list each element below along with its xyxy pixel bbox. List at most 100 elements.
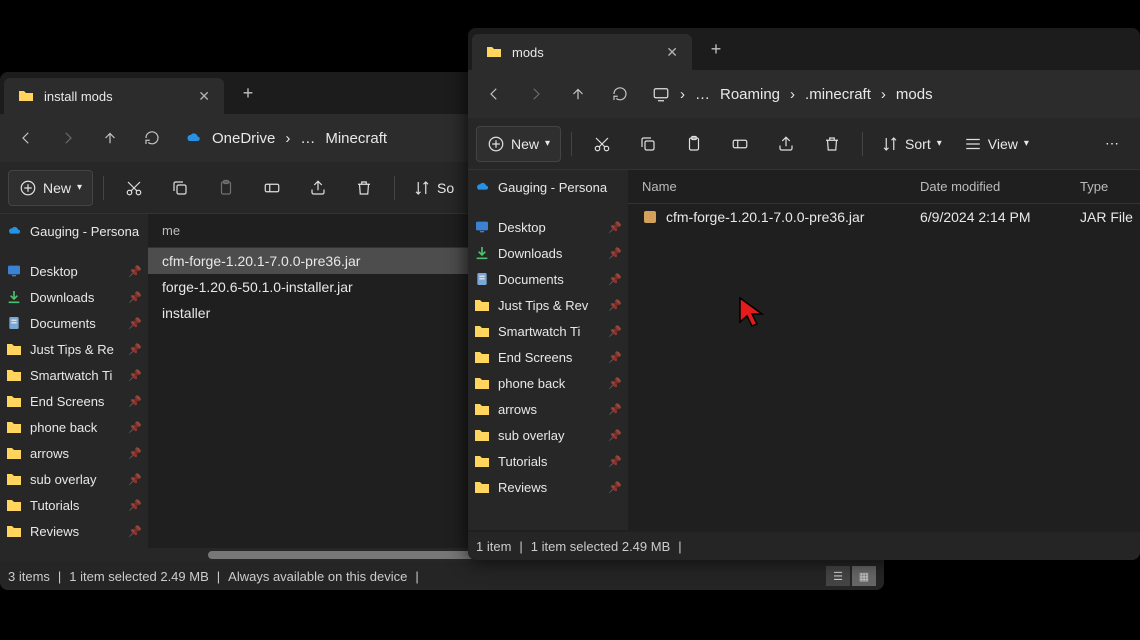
forward-button[interactable] xyxy=(516,74,556,114)
pin-icon: 📌 xyxy=(608,221,622,234)
breadcrumb[interactable]: OneDrive › … Minecraft xyxy=(184,129,387,147)
pc-icon xyxy=(652,85,670,103)
sidebar-item[interactable]: Smartwatch Ti📌 xyxy=(468,318,628,344)
rename-button[interactable] xyxy=(720,126,760,162)
pin-icon: 📌 xyxy=(128,473,142,486)
close-icon[interactable]: ✕ xyxy=(666,44,678,61)
cut-button[interactable] xyxy=(114,170,154,206)
view-button[interactable]: View ▾ xyxy=(956,126,1037,162)
sidebar-item[interactable]: Downloads📌 xyxy=(0,284,148,310)
back-button[interactable] xyxy=(6,118,46,158)
delete-button[interactable] xyxy=(344,170,384,206)
new-button[interactable]: New ▾ xyxy=(476,126,561,162)
pin-icon: 📌 xyxy=(128,421,142,434)
pin-icon: 📌 xyxy=(608,455,622,468)
sidebar-item[interactable]: Desktop📌 xyxy=(468,214,628,240)
column-headers[interactable]: Name Date modified Type xyxy=(628,170,1140,204)
sidebar-item[interactable]: sub overlay📌 xyxy=(0,466,148,492)
paste-button[interactable] xyxy=(674,126,714,162)
up-button[interactable] xyxy=(558,74,598,114)
status-selected: 1 item selected 2.49 MB xyxy=(531,539,670,554)
sidebar-item[interactable]: Just Tips & Re📌 xyxy=(0,336,148,362)
paste-button[interactable] xyxy=(206,170,246,206)
refresh-button[interactable] xyxy=(600,74,640,114)
sidebar-item[interactable]: arrows📌 xyxy=(0,440,148,466)
ellipsis[interactable]: … xyxy=(695,86,710,103)
crumb-mods[interactable]: mods xyxy=(896,86,933,103)
column-name[interactable]: Name xyxy=(628,179,920,194)
delete-button[interactable] xyxy=(812,126,852,162)
crumb-onedrive[interactable]: OneDrive xyxy=(212,130,275,147)
sidebar-item[interactable]: Downloads📌 xyxy=(468,240,628,266)
sidebar-item[interactable]: phone back📌 xyxy=(0,414,148,440)
new-button[interactable]: New ▾ xyxy=(8,170,93,206)
column-date[interactable]: Date modified xyxy=(920,179,1080,194)
chevron-right-icon: › xyxy=(680,86,685,103)
sidebar-item[interactable]: Documents📌 xyxy=(468,266,628,292)
sidebar: Gauging - Persona Desktop📌Downloads📌Docu… xyxy=(0,214,148,590)
ellipsis[interactable]: … xyxy=(300,130,315,147)
refresh-button[interactable] xyxy=(132,118,172,158)
sidebar-item[interactable]: Reviews📌 xyxy=(468,474,628,500)
sidebar-item[interactable]: Smartwatch Ti📌 xyxy=(0,362,148,388)
new-tab-button[interactable]: + xyxy=(230,75,266,111)
sidebar-item[interactable]: Tutorials📌 xyxy=(0,492,148,518)
copy-button[interactable] xyxy=(160,170,200,206)
chevron-right-icon: › xyxy=(881,86,886,103)
file-list[interactable]: Name Date modified Type cfm-forge-1.20.1… xyxy=(628,170,1140,530)
view-icons-button[interactable]: ▦ xyxy=(852,566,876,586)
folder-icon xyxy=(18,88,34,104)
crumb-minecraft[interactable]: .minecraft xyxy=(805,86,871,103)
sort-button[interactable]: So xyxy=(405,170,462,206)
sidebar-item[interactable]: Tutorials📌 xyxy=(468,448,628,474)
up-button[interactable] xyxy=(90,118,130,158)
rename-button[interactable] xyxy=(252,170,292,206)
copy-button[interactable] xyxy=(628,126,668,162)
pin-icon: 📌 xyxy=(608,325,622,338)
pin-icon: 📌 xyxy=(608,481,622,494)
crumb-roaming[interactable]: Roaming xyxy=(720,86,780,103)
share-button[interactable] xyxy=(298,170,338,206)
sidebar-item[interactable]: End Screens📌 xyxy=(0,388,148,414)
breadcrumb[interactable]: › … Roaming › .minecraft › mods xyxy=(652,85,933,103)
status-availability: Always available on this device xyxy=(228,569,407,584)
more-button[interactable]: ⋯ xyxy=(1092,126,1132,162)
tab-install-mods[interactable]: install mods ✕ xyxy=(4,78,224,114)
tab-mods[interactable]: mods ✕ xyxy=(472,34,692,70)
sidebar-item[interactable]: Desktop📌 xyxy=(0,258,148,284)
column-type[interactable]: Type xyxy=(1080,179,1140,194)
file-type: JAR File xyxy=(1080,209,1140,225)
close-icon[interactable]: ✕ xyxy=(198,88,210,105)
file-name-text: cfm-forge-1.20.1-7.0.0-pre36.jar xyxy=(666,209,864,225)
back-button[interactable] xyxy=(474,74,514,114)
pin-icon: 📌 xyxy=(608,351,622,364)
pin-icon: 📌 xyxy=(128,369,142,382)
sidebar-item[interactable]: phone back📌 xyxy=(468,370,628,396)
file-row[interactable]: cfm-forge-1.20.1-7.0.0-pre36.jar 6/9/202… xyxy=(628,204,1140,230)
sidebar-onedrive[interactable]: Gauging - Persona xyxy=(0,218,148,244)
sidebar-item[interactable]: Documents📌 xyxy=(0,310,148,336)
sidebar-item[interactable]: Reviews📌 xyxy=(0,518,148,544)
jar-icon xyxy=(642,209,658,225)
explorer-window-front[interactable]: mods ✕ + › … Roaming › .minecraft › mods… xyxy=(468,28,1140,560)
forward-button[interactable] xyxy=(48,118,88,158)
sidebar-item[interactable]: arrows📌 xyxy=(468,396,628,422)
pin-icon: 📌 xyxy=(128,265,142,278)
onedrive-icon xyxy=(6,223,22,239)
new-tab-button[interactable]: + xyxy=(698,31,734,67)
crumb-folder[interactable]: Minecraft xyxy=(325,130,387,147)
folder-icon xyxy=(486,44,502,60)
cut-button[interactable] xyxy=(582,126,622,162)
sidebar-item[interactable]: sub overlay📌 xyxy=(468,422,628,448)
view-details-button[interactable]: ☰ xyxy=(826,566,850,586)
sidebar-onedrive[interactable]: Gauging - Persona xyxy=(468,174,628,200)
sort-button[interactable]: Sort ▾ xyxy=(873,126,950,162)
sidebar-item[interactable]: End Screens📌 xyxy=(468,344,628,370)
file-date: 6/9/2024 2:14 PM xyxy=(920,209,1080,225)
share-button[interactable] xyxy=(766,126,806,162)
status-selected: 1 item selected 2.49 MB xyxy=(69,569,208,584)
pin-icon: 📌 xyxy=(128,395,142,408)
pin-icon: 📌 xyxy=(608,247,622,260)
sidebar-item[interactable]: Just Tips & Rev📌 xyxy=(468,292,628,318)
status-count: 1 item xyxy=(476,539,511,554)
